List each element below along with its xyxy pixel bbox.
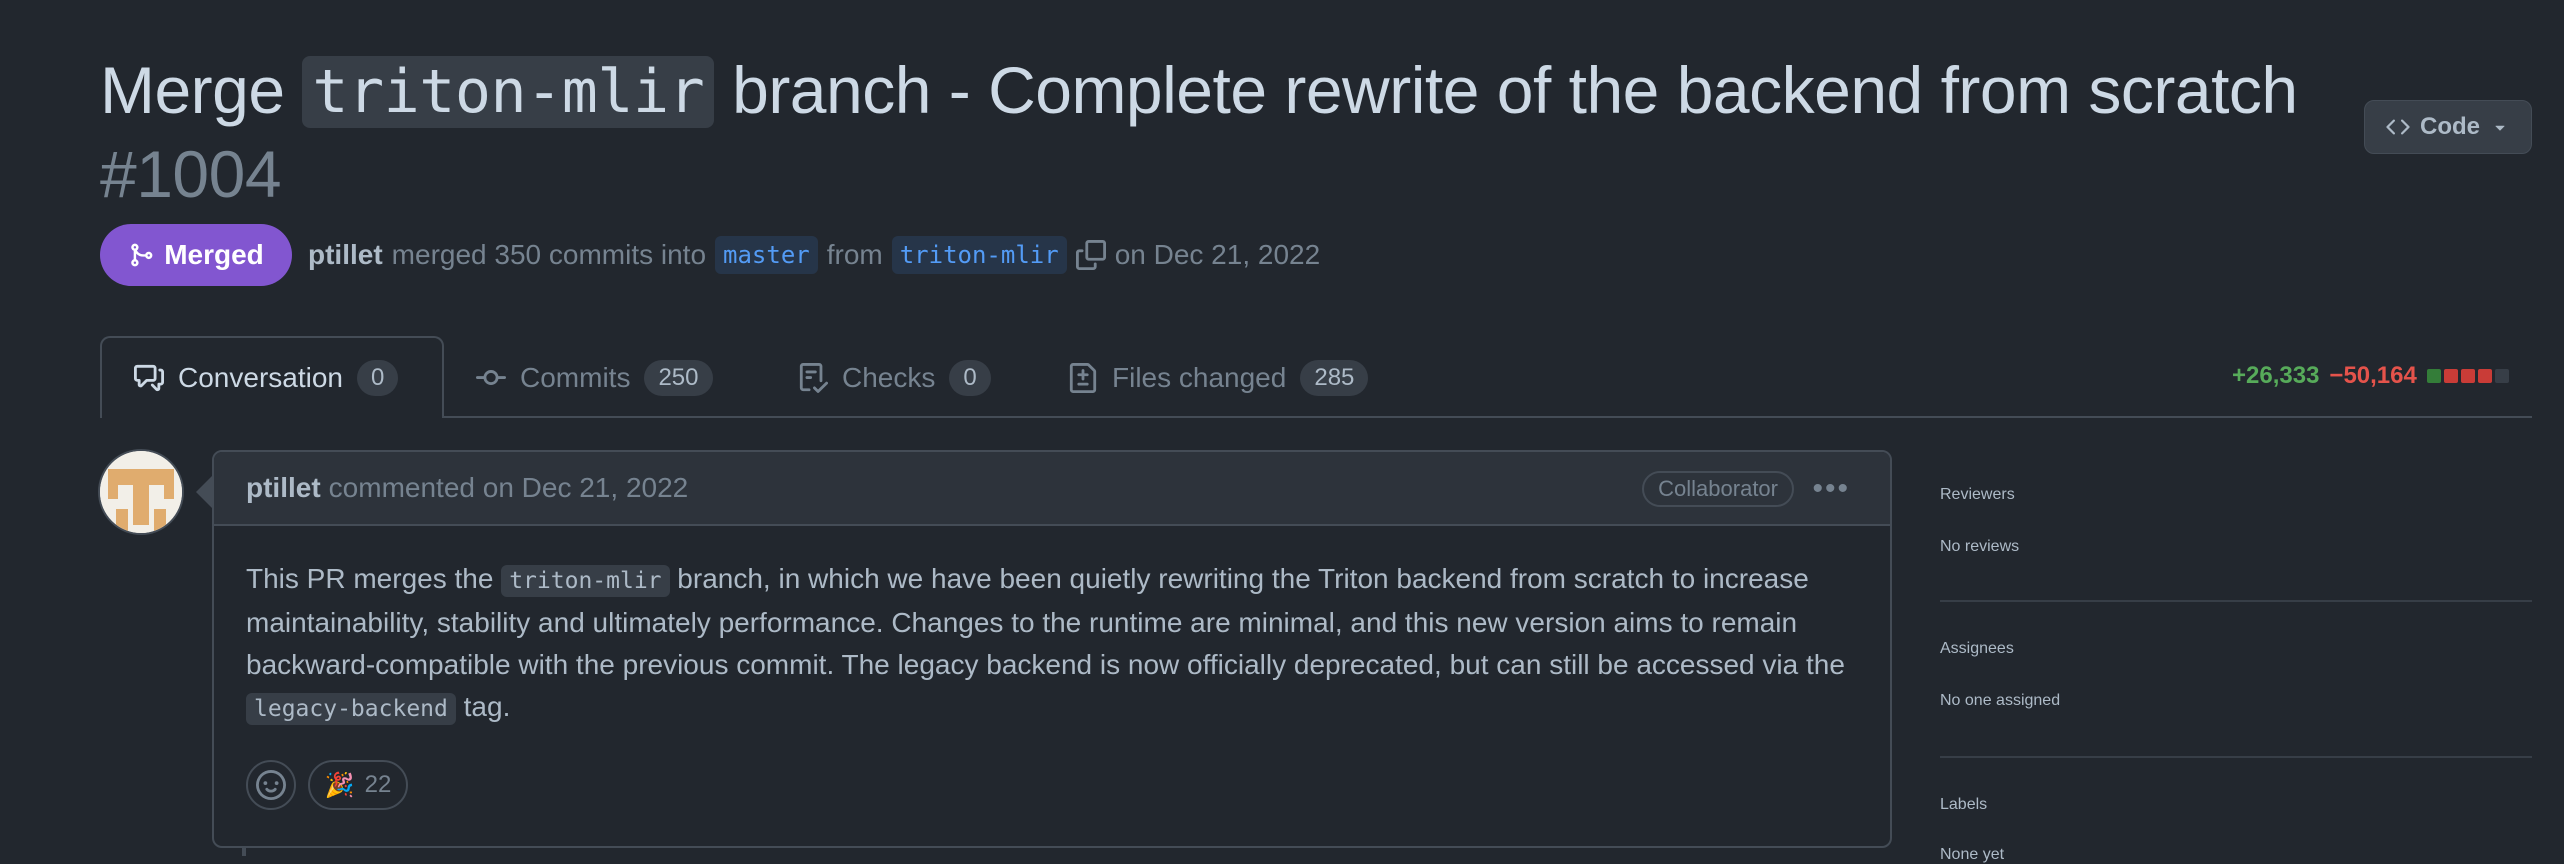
collaborator-badge: Collaborator [1642, 471, 1794, 507]
comment-pointer [196, 476, 212, 508]
inline-code-legacy-backend: legacy-backend [246, 693, 456, 725]
comment-text-1: This PR merges the [246, 563, 502, 594]
diff-additions: +26,333 [2232, 362, 2320, 389]
pr-number: #1004 [100, 137, 282, 211]
kebab-horizontal-icon[interactable]: ••• [1812, 474, 1850, 504]
reaction-count: 22 [364, 771, 392, 798]
tab-checks-label: Checks [842, 362, 936, 393]
merged-state-label: Merged [164, 239, 264, 270]
copy-icon[interactable] [1075, 240, 1106, 270]
comment-body: This PR merges the triton-mlir branch, i… [246, 558, 1876, 730]
tab-files-changed-count: 285 [1300, 360, 1369, 396]
comment-timestamp[interactable]: commented on Dec 21, 2022 [329, 472, 689, 504]
tab-commits[interactable]: Commits 250 [476, 338, 713, 418]
timeline-line [242, 846, 246, 856]
diffstat-block [2494, 369, 2509, 383]
code-button-label: Code [2420, 113, 2480, 140]
head-branch-link[interactable]: triton-mlir [891, 236, 1067, 274]
tab-checks-count: 0 [949, 360, 991, 396]
sidebar-assignees-heading[interactable]: Assignees [1940, 640, 2532, 658]
diff-deletions: −50,164 [2329, 362, 2417, 389]
pr-title: Merge triton-mlir branch - Complete rewr… [100, 48, 2340, 216]
sidebar-divider [1940, 756, 2532, 758]
sidebar-labels-value: None yet [1940, 846, 2005, 863]
tab-conversation-label: Conversation [178, 362, 343, 393]
diffstat-block [2477, 369, 2492, 383]
git-commit-icon [476, 370, 506, 386]
pr-title-branch-code: triton-mlir [302, 56, 715, 128]
file-diff-icon [1069, 363, 1097, 393]
pr-meta: ptillet merged 350 commits into master f… [308, 232, 1320, 278]
comment-author-link[interactable]: ptillet [246, 472, 321, 504]
reaction-tada-button[interactable]: 🎉 22 [308, 760, 408, 810]
diffstat-block [2443, 369, 2458, 383]
sidebar-reviewers-value: No reviews [1940, 538, 2020, 555]
tab-files-changed-label: Files changed [1112, 362, 1287, 393]
pr-description-comment: ptillet commented on Dec 21, 2022 Collab… [212, 450, 1892, 848]
tab-files-changed[interactable]: Files changed 285 [1068, 338, 1369, 418]
tab-commits-count: 250 [644, 360, 713, 396]
smiley-icon [256, 770, 286, 800]
diffstat-blocks [2426, 369, 2509, 383]
base-branch-link[interactable]: master [715, 236, 818, 274]
tab-checks[interactable]: Checks 0 [798, 338, 991, 418]
tab-conversation-count: 0 [356, 360, 399, 396]
merge-date: on Dec 21, 2022 [1114, 239, 1321, 270]
merged-text: merged 350 commits into [391, 239, 707, 270]
checklist-icon [799, 363, 828, 393]
avatar-identicon [100, 451, 182, 533]
sidebar-assignees-value: No one assigned [1940, 692, 2061, 709]
diffstat: +26,333 −50,164 [2232, 362, 2509, 390]
inline-code-triton-mlir: triton-mlir [501, 565, 670, 597]
code-dropdown-button[interactable]: Code [2364, 100, 2532, 154]
sidebar-labels-heading[interactable]: Labels [1940, 796, 2532, 814]
code-icon [2386, 119, 2410, 135]
sidebar-divider [1940, 600, 2532, 602]
diffstat-block [2460, 369, 2475, 383]
comment-discussion-icon [134, 364, 164, 392]
tab-conversation[interactable]: Conversation 0 [100, 336, 444, 418]
pr-title-text-rest: branch - Complete rewrite of the backend… [714, 53, 2298, 127]
diffstat-block [2426, 369, 2441, 383]
pr-title-text: Merge [100, 53, 303, 127]
from-text: from [826, 239, 883, 270]
chevron-down-icon [2495, 125, 2505, 131]
sidebar-reviewers-heading[interactable]: Reviewers [1940, 486, 2532, 504]
add-reaction-button[interactable] [246, 760, 296, 810]
pr-author-link[interactable]: ptillet [308, 239, 383, 271]
tab-commits-label: Commits [520, 362, 631, 393]
merged-state-badge: Merged [100, 224, 292, 286]
tada-icon: 🎉 [324, 771, 355, 799]
comment-header: ptillet commented on Dec 21, 2022 Collab… [214, 452, 1890, 526]
comment-text-3: tag. [455, 691, 511, 722]
avatar[interactable] [98, 449, 184, 535]
git-merge-icon [131, 243, 153, 267]
